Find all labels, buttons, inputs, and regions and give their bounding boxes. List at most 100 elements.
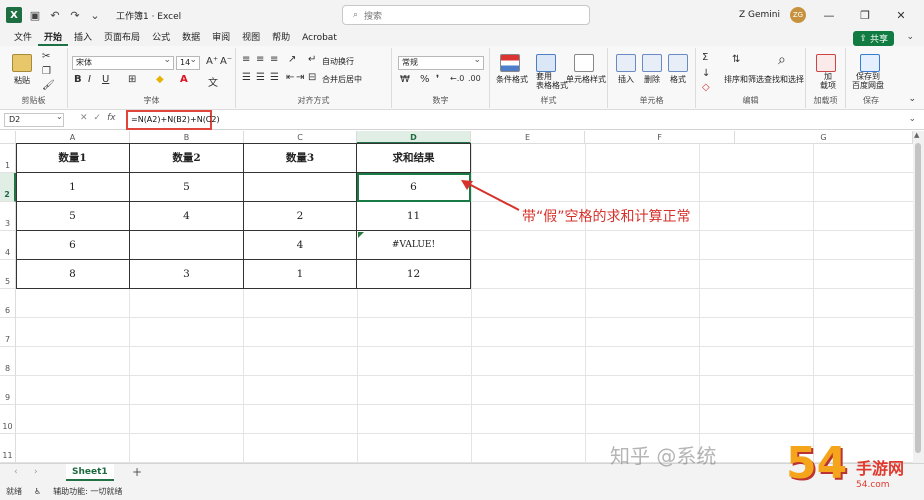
- share-button[interactable]: ⇪ 共享: [853, 31, 894, 46]
- font-name-select[interactable]: 宋体: [72, 54, 174, 70]
- paste-icon[interactable]: [12, 54, 32, 72]
- underline-button[interactable]: U: [102, 74, 109, 85]
- tab-page-layout[interactable]: 页面布局: [98, 30, 146, 46]
- copy-icon[interactable]: ❐: [42, 66, 51, 77]
- save-baidu-button[interactable]: 保存到 百度网盘: [852, 72, 884, 90]
- cell-b4[interactable]: [130, 231, 244, 260]
- restore-icon[interactable]: ❐: [852, 9, 878, 22]
- cell-style-icon[interactable]: [574, 54, 594, 72]
- cell-d1[interactable]: 求和结果: [357, 143, 471, 173]
- align-top-icon[interactable]: ≡: [242, 54, 250, 65]
- clear-icon[interactable]: ◇: [702, 82, 710, 93]
- cell-d4[interactable]: #VALUE!: [357, 231, 471, 260]
- conditional-format-button[interactable]: 条件格式: [496, 74, 528, 85]
- increase-decimal-icon[interactable]: ←.0: [450, 74, 464, 83]
- table-format-icon[interactable]: [536, 54, 556, 72]
- fill-color-icon[interactable]: ◆: [156, 74, 164, 85]
- tab-home[interactable]: 开始: [38, 30, 69, 46]
- table-format-button[interactable]: 套用 表格格式: [536, 72, 568, 90]
- cell-b1[interactable]: 数量2: [130, 143, 244, 173]
- row-header-5[interactable]: 5: [0, 260, 16, 289]
- align-bottom-icon[interactable]: ≡: [270, 54, 278, 65]
- enter-icon[interactable]: ✓: [94, 113, 102, 123]
- cell-c2[interactable]: [244, 173, 357, 202]
- undo-icon[interactable]: ↶: [48, 9, 62, 22]
- tab-acrobat[interactable]: Acrobat: [296, 30, 343, 46]
- decrease-indent-icon[interactable]: ⇤: [286, 72, 294, 83]
- merge-center-button[interactable]: 合并后居中: [322, 74, 362, 85]
- align-center-icon[interactable]: ☰: [256, 72, 265, 83]
- save-icon[interactable]: ▣: [28, 9, 42, 22]
- fill-icon[interactable]: ↓: [702, 68, 710, 79]
- cell-style-button[interactable]: 单元格样式: [566, 74, 606, 85]
- decrease-decimal-icon[interactable]: .00: [468, 74, 481, 83]
- percent-icon[interactable]: %: [420, 74, 430, 85]
- row-header-9[interactable]: 9: [0, 376, 16, 405]
- row-header-2[interactable]: 2: [0, 173, 16, 202]
- cell-c5[interactable]: 1: [244, 260, 357, 289]
- customize-icon[interactable]: ⌄: [88, 9, 102, 22]
- row-header-10[interactable]: 10: [0, 405, 16, 434]
- scroll-up-icon[interactable]: ▲: [914, 131, 919, 139]
- align-middle-icon[interactable]: ≡: [256, 54, 264, 65]
- name-box[interactable]: D2: [4, 113, 64, 127]
- delete-cells-icon[interactable]: [642, 54, 662, 72]
- addins-icon[interactable]: [816, 54, 836, 72]
- vertical-scrollbar[interactable]: ▲: [913, 131, 924, 463]
- cell-c3[interactable]: 2: [244, 202, 357, 231]
- merge-center-icon[interactable]: ⊟: [308, 72, 316, 83]
- currency-icon[interactable]: ₩: [400, 74, 410, 85]
- row-header-11[interactable]: 11: [0, 434, 16, 463]
- next-sheet-icon[interactable]: ›: [34, 467, 38, 477]
- cell-a3[interactable]: 5: [16, 202, 130, 231]
- align-left-icon[interactable]: ☰: [242, 72, 251, 83]
- column-header-f[interactable]: F: [585, 131, 735, 144]
- tab-review[interactable]: 审阅: [206, 30, 236, 46]
- cell-b3[interactable]: 4: [130, 202, 244, 231]
- tab-file[interactable]: 文件: [8, 30, 38, 46]
- format-cells-icon[interactable]: [668, 54, 688, 72]
- ribbon-collapse-icon[interactable]: ⌄: [908, 94, 916, 104]
- cell-b5[interactable]: 3: [130, 260, 244, 289]
- row-header-4[interactable]: 4: [0, 231, 16, 260]
- orientation-icon[interactable]: ↗: [288, 54, 296, 65]
- baidu-cloud-icon[interactable]: [860, 54, 880, 72]
- cell-b2[interactable]: 5: [130, 173, 244, 202]
- sort-filter-icon[interactable]: ⇅: [732, 54, 740, 65]
- grow-font-icon[interactable]: A⁺: [206, 56, 218, 67]
- prev-sheet-icon[interactable]: ‹: [14, 467, 18, 477]
- cell-a2[interactable]: 1: [16, 173, 130, 202]
- format-cells-button[interactable]: 格式: [670, 74, 686, 85]
- tab-view[interactable]: 视图: [236, 30, 266, 46]
- font-color-icon[interactable]: A: [180, 74, 188, 85]
- tab-data[interactable]: 数据: [176, 30, 206, 46]
- tab-help[interactable]: 帮助: [266, 30, 296, 46]
- accessibility-status[interactable]: 辅助功能: 一切就绪: [53, 486, 122, 497]
- close-icon[interactable]: ✕: [888, 9, 914, 22]
- select-all-corner[interactable]: [0, 131, 16, 144]
- search-input[interactable]: ⌕ 搜索: [342, 5, 590, 25]
- error-indicator-icon[interactable]: [358, 232, 364, 238]
- column-header-g[interactable]: G: [735, 131, 913, 144]
- vertical-scroll-thumb[interactable]: [915, 143, 921, 453]
- row-header-3[interactable]: 3: [0, 202, 16, 231]
- conditional-format-icon[interactable]: [500, 54, 520, 72]
- collapse-ribbon-icon[interactable]: ⌄: [906, 32, 914, 42]
- minimize-icon[interactable]: —: [816, 9, 842, 22]
- comma-icon[interactable]: ❜: [436, 74, 439, 85]
- cell-c1[interactable]: 数量3: [244, 143, 357, 173]
- cell-a5[interactable]: 8: [16, 260, 130, 289]
- accessibility-icon[interactable]: ♿: [34, 487, 41, 496]
- paste-button[interactable]: 粘贴: [14, 75, 30, 86]
- autosum-icon[interactable]: Σ: [702, 52, 708, 63]
- shrink-font-icon[interactable]: A⁻: [220, 56, 232, 67]
- font-size-select[interactable]: 14: [176, 54, 200, 70]
- redo-icon[interactable]: ↷: [68, 9, 82, 22]
- cell-a1[interactable]: 数量1: [16, 143, 130, 173]
- tab-insert[interactable]: 插入: [68, 30, 98, 46]
- sort-filter-button[interactable]: 排序和筛选: [724, 74, 764, 85]
- find-select-button[interactable]: 查找和选择: [764, 74, 804, 85]
- format-painter-icon[interactable]: 🖌: [42, 80, 55, 91]
- row-header-7[interactable]: 7: [0, 318, 16, 347]
- phonetic-icon[interactable]: 文: [208, 74, 218, 89]
